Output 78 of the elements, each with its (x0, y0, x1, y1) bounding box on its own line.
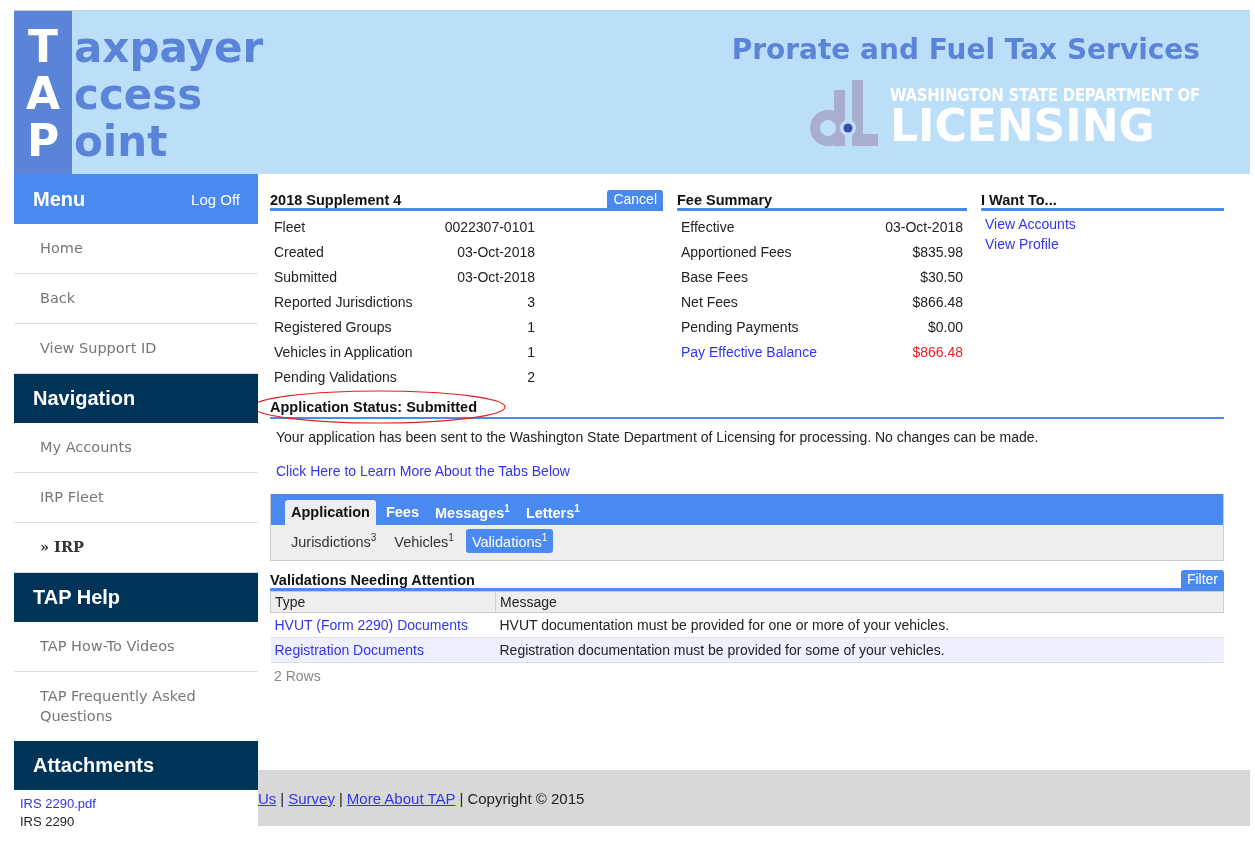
fee-label: Effective (681, 218, 735, 235)
tab[interactable]: Messages$^{1}$ (429, 500, 516, 525)
sidebar-item[interactable]: TAP How-To Videos (14, 622, 258, 672)
panel-title: 2018 Supplement 4 (270, 192, 402, 208)
field-label: Registered Groups (274, 318, 392, 335)
section-title: Menu (33, 187, 86, 211)
action-link[interactable]: View Accounts (985, 216, 1220, 232)
field-value: 2 (527, 368, 535, 385)
panel-title: Fee Summary (677, 192, 773, 208)
cancel-button[interactable]: Cancel (607, 190, 663, 208)
table-title: Validations Needing Attention (270, 571, 475, 588)
validation-type-link[interactable]: Registration Documents (274, 641, 424, 658)
balance-value: $866.48 (912, 343, 963, 360)
section-title: Attachments (33, 754, 155, 777)
field-value: 3 (527, 293, 535, 310)
footer-separator: | (459, 789, 464, 807)
footer-link[interactable]: Survey (288, 789, 335, 807)
log-off-link[interactable]: Log Off (191, 190, 240, 208)
pay-balance-link[interactable]: Pay Effective Balance (681, 343, 817, 360)
fee-label: Net Fees (681, 293, 738, 310)
table-cell: HVUT documentation must be provided for one or more of your vehicles. (495, 612, 1224, 638)
footer-separator: | (280, 789, 285, 807)
fee-value: $866.48 (912, 293, 963, 310)
field-label: Submitted (274, 268, 338, 285)
logo-word: ccess (73, 70, 203, 119)
field-value: 1 (527, 343, 535, 360)
sidebar-item[interactable]: Home (14, 224, 258, 274)
fee-value: 03-Oct-2018 (885, 218, 963, 235)
agency-name: WASHINGTON STATE DEPARTMENT OF (890, 84, 1200, 106)
footer-link[interactable]: Us (258, 789, 277, 807)
sidebar-item[interactable]: IRP Fleet (14, 473, 258, 523)
footer-separator: | (338, 789, 343, 807)
fee-label: Base Fees (681, 268, 748, 285)
sidebar-item[interactable]: My Accounts (14, 423, 258, 473)
validation-type-link[interactable]: HVUT (Form 2290) Documents (274, 616, 468, 633)
tab[interactable]: Fees (379, 500, 425, 525)
sidebar-item[interactable]: TAP Frequently Asked Questions (14, 672, 258, 741)
field-label: Fleet (274, 218, 306, 235)
fee-value: $835.98 (912, 243, 963, 260)
column-header: Message (495, 591, 1224, 613)
logo-word: axpayer (73, 23, 264, 72)
footer-link[interactable]: More About TAP (346, 789, 456, 807)
row-count: 2 Rows (273, 666, 322, 686)
tab[interactable]: Application (285, 500, 376, 525)
field-label: Pending Validations (274, 368, 397, 385)
tab[interactable]: Letters$^{1}$ (519, 500, 586, 525)
filter-button[interactable]: Filter (1180, 569, 1224, 588)
sidebar-item[interactable]: Back (14, 274, 258, 324)
field-value: 03-Oct-2018 (457, 268, 535, 285)
subtab[interactable]: Vehicles$^{1}$ (388, 528, 460, 553)
field-label: Created (274, 243, 324, 260)
attachment-link[interactable]: IRS 2290.pdf (20, 796, 252, 811)
subtab[interactable]: Jurisdictions$^{3}$ (285, 528, 383, 553)
action-link[interactable]: View Profile (985, 236, 1220, 252)
service-title: Prorate and Fuel Tax Services (731, 33, 1200, 66)
field-value: 1 (527, 318, 535, 335)
fee-label: Pending Payments (681, 318, 799, 335)
dol-logo-icon (808, 78, 878, 148)
agency-wordmark: LICENSING (890, 104, 1155, 148)
fee-value: $30.50 (920, 268, 963, 285)
subtab[interactable]: Validations$^{1}$ (465, 528, 554, 553)
status-message: Your application has been sent to the Washington State Department of Licensing for processing. No changes can be made. (276, 429, 1040, 445)
learn-more-link[interactable]: Click Here to Learn More About the Tabs Below (276, 463, 570, 479)
field-value: 03-Oct-2018 (457, 243, 535, 260)
section-title: TAP Help (33, 586, 121, 609)
logo-word: oint (73, 117, 168, 166)
table-cell: Registration documentation must be provided for some of your vehicles. (495, 637, 1224, 663)
attachment-label: IRS 2290 (20, 814, 76, 829)
status-heading: Application Status: Submitted (270, 399, 478, 415)
fee-label: Apportioned Fees (681, 243, 792, 260)
field-label: Vehicles in Application (274, 343, 413, 360)
field-value: 0022307-0101 (444, 218, 535, 235)
panel-title: I Want To... (981, 192, 1057, 208)
field-label: Reported Jurisdictions (274, 293, 413, 310)
column-header: Type (270, 591, 496, 613)
fee-value: $0.00 (927, 318, 963, 335)
copyright-text: Copyright © 2015 (467, 789, 585, 807)
section-title: Navigation (33, 387, 136, 410)
